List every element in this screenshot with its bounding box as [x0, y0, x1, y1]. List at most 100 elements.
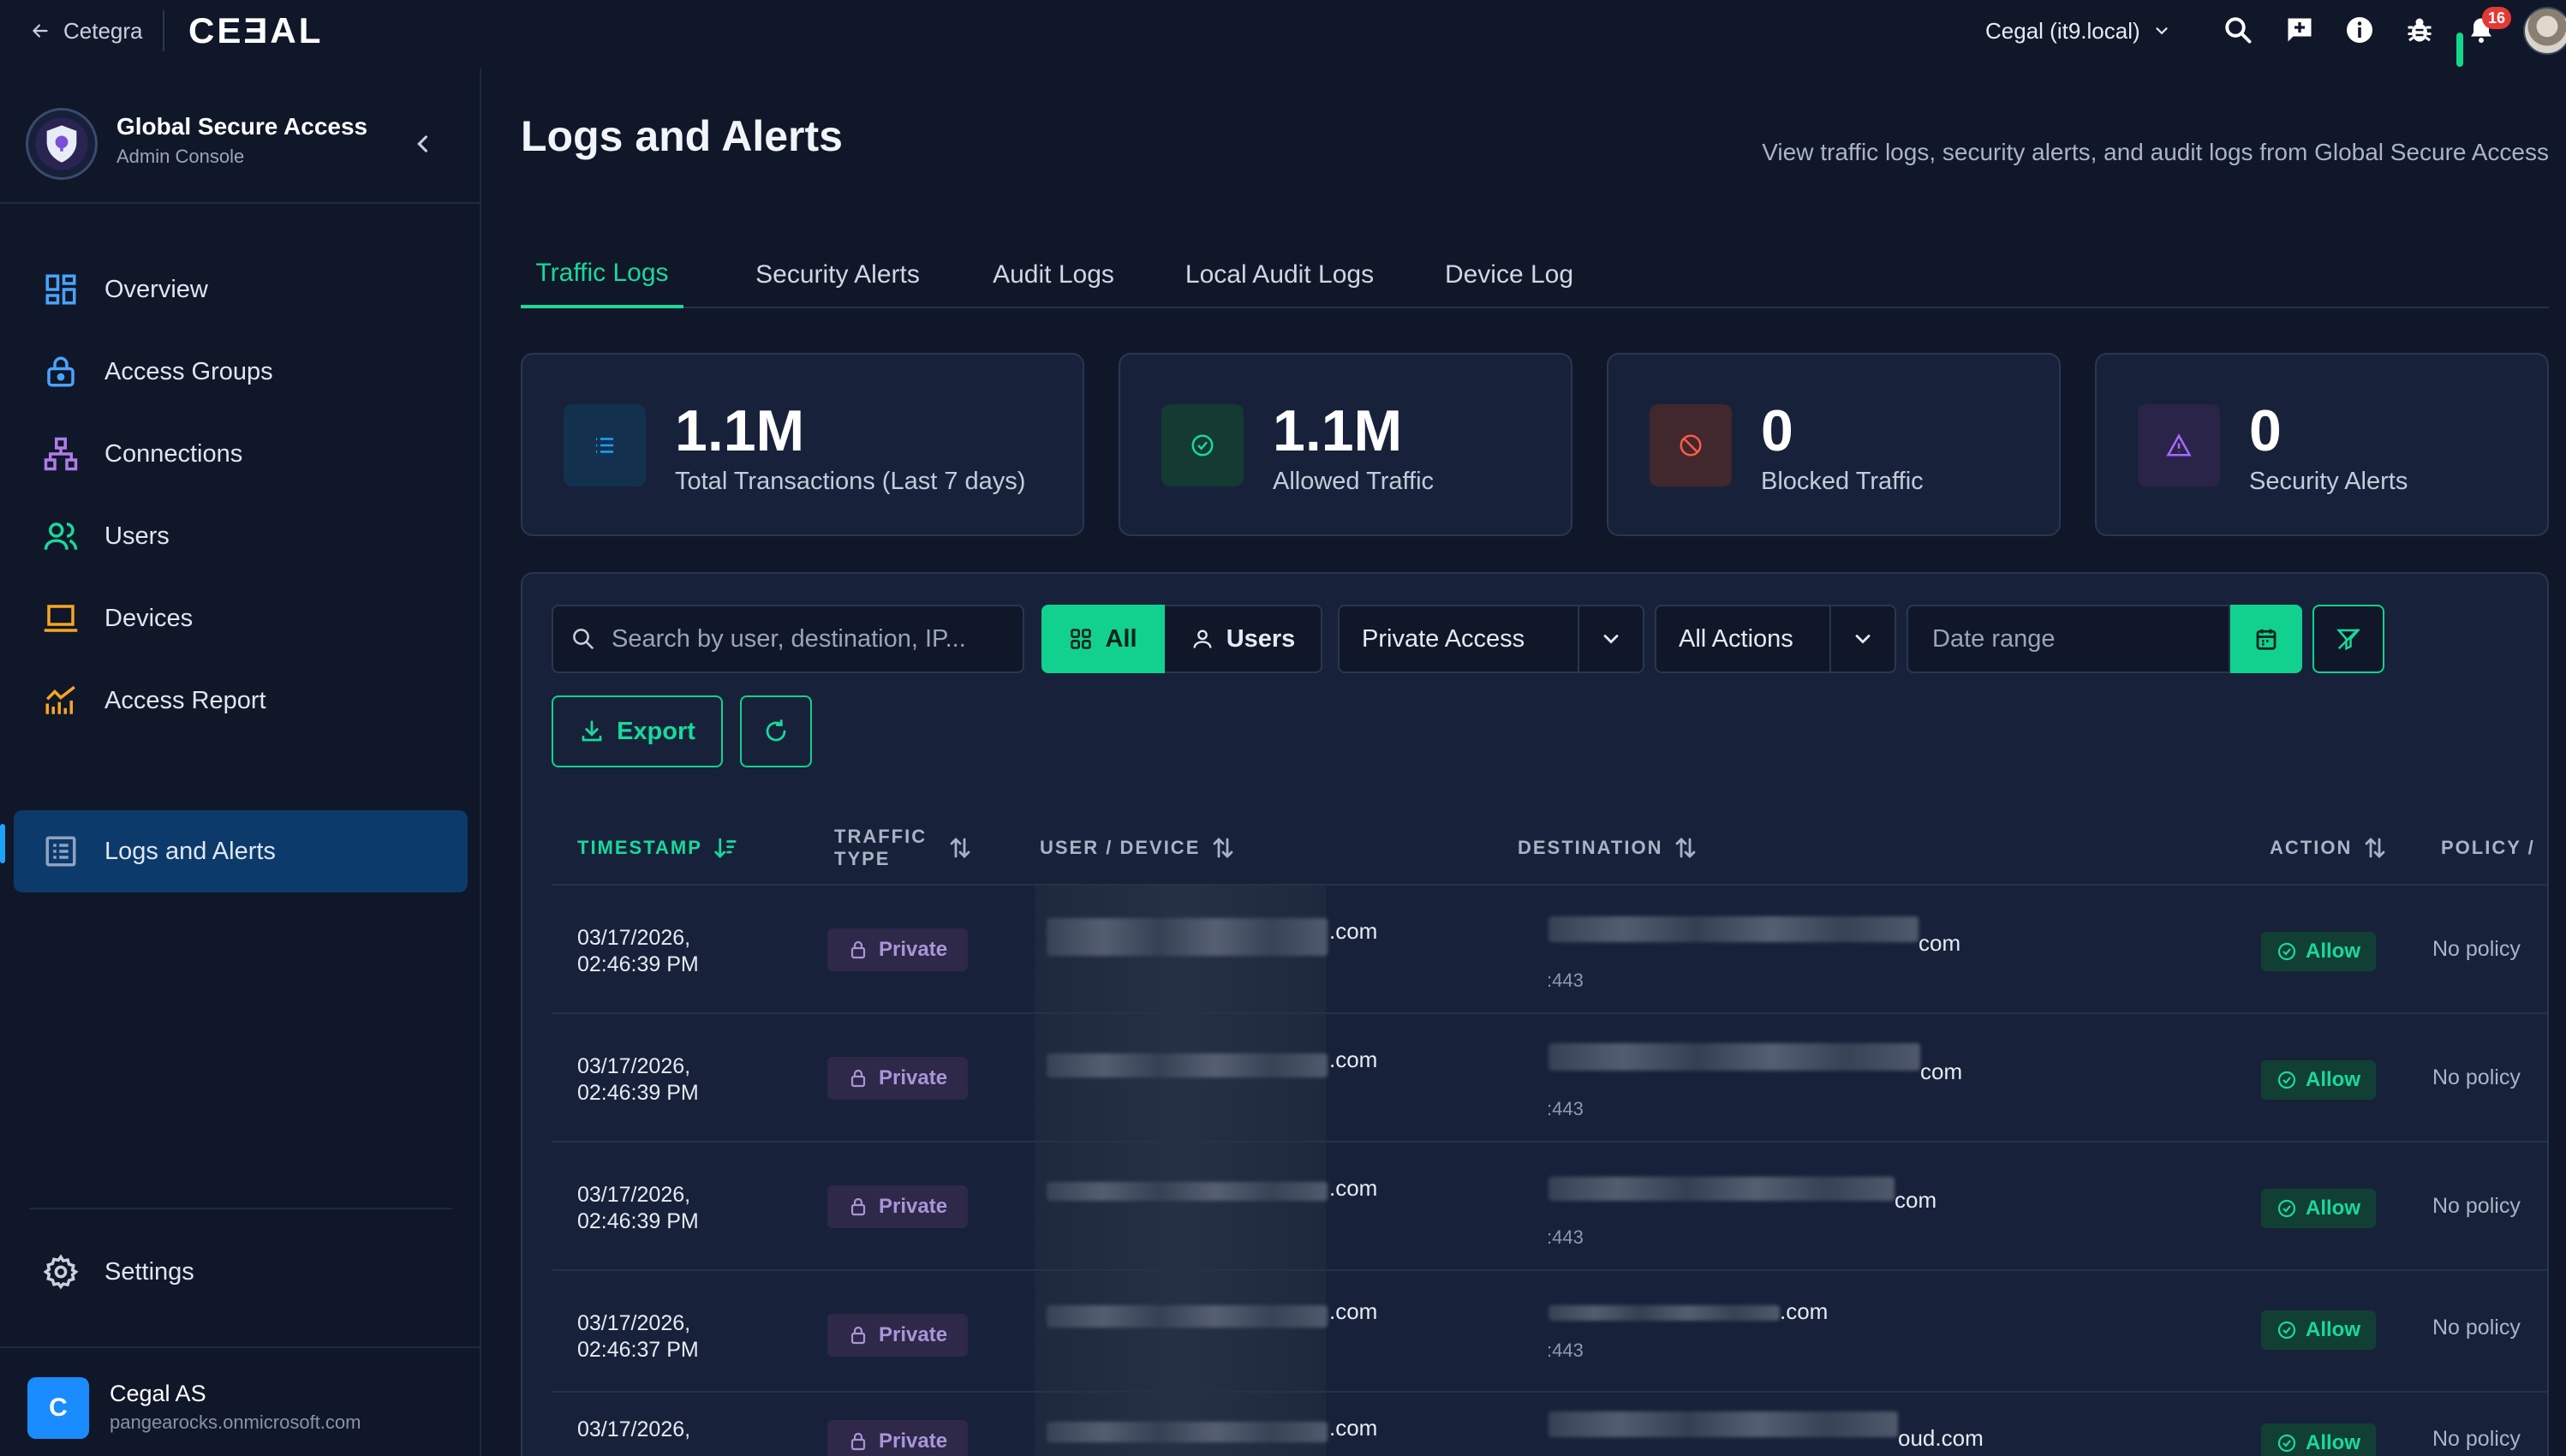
search-icon — [2225, 17, 2252, 44]
table-row[interactable]: 03/17/2026, Private .com oud.com Allow N… — [552, 1393, 2547, 1456]
column-header-traffic-type[interactable]: TRAFFIC TYPE — [834, 805, 973, 891]
destination-port: :443 — [1547, 1098, 1584, 1119]
destination-port: :443 — [1547, 1226, 1584, 1248]
dashboard-icon — [45, 274, 76, 305]
column-header-label: TRAFFIC TYPE — [834, 826, 928, 869]
tab-audit-logs[interactable]: Audit Logs — [990, 242, 1117, 308]
table-row[interactable]: 03/17/2026, 02:46:37 PM Private .com .com… — [552, 1271, 2547, 1398]
column-header-label: ACTION — [2270, 837, 2353, 858]
grid-icon — [1071, 629, 1092, 649]
clear-filters-button[interactable] — [2312, 605, 2384, 673]
redacted-user — [1047, 1305, 1328, 1328]
status-indicator — [2456, 33, 2463, 67]
traffic-type-badge: Private — [827, 1314, 969, 1357]
export-button[interactable]: Export — [552, 695, 723, 767]
column-header-action[interactable]: ACTION — [2270, 805, 2388, 891]
redacted-area — [1035, 1143, 1326, 1269]
action-badge: Allow — [2261, 1310, 2376, 1350]
action-select[interactable]: All Actions — [1655, 605, 1896, 673]
sidebar-item-label: Access Report — [104, 686, 266, 714]
redacted-destination — [1549, 1305, 1780, 1321]
destination-suffix: com — [1895, 1187, 1937, 1213]
sidebar-item-connections[interactable]: Connections — [14, 413, 468, 495]
sidebar-item-access-groups[interactable]: Access Groups — [14, 331, 468, 413]
table-row[interactable]: 03/17/2026, 02:46:39 PM Private .com com … — [552, 1014, 2547, 1141]
date-range-input[interactable]: Date range — [1907, 605, 2230, 673]
sidebar-item-label: Connections — [104, 439, 243, 468]
timestamp-cell: 03/17/2026, 02:46:39 PM — [577, 1054, 699, 1105]
collapse-sidebar-button[interactable] — [403, 123, 444, 164]
sidebar-item-users[interactable]: Users — [14, 495, 468, 577]
sidebar-item-logs-and-alerts[interactable]: Logs and Alerts — [14, 810, 468, 892]
download-icon — [582, 720, 602, 742]
check-circle-icon — [2277, 1321, 2296, 1340]
search-input[interactable] — [612, 624, 1006, 653]
tenant-selector[interactable]: Cegal (it9.local) — [1985, 15, 2171, 46]
chart-icon — [45, 685, 75, 714]
lock-icon — [850, 1326, 866, 1345]
traffic-type-select[interactable]: Private Access — [1338, 605, 1644, 673]
back-link[interactable]: Cetegra — [29, 15, 143, 46]
traffic-type-value: Private Access — [1362, 624, 1525, 653]
sidebar-divider — [29, 1208, 452, 1209]
warning-icon — [2138, 404, 2220, 486]
sidebar-item-label: Overview — [104, 275, 208, 303]
timestamp-cell: 03/17/2026, 02:46:39 PM — [577, 926, 699, 976]
table-row[interactable]: 03/17/2026, 02:46:39 PM Private .com com … — [552, 1143, 2547, 1269]
stat-value: 1.1M — [1273, 398, 1403, 463]
sidebar-item-access-report[interactable]: Access Report — [14, 659, 468, 742]
notifications-button[interactable]: 16 — [2463, 7, 2511, 48]
filter-users-button[interactable]: Users — [1165, 605, 1322, 673]
table-row[interactable]: 03/17/2026, 02:46:39 PM Private .com com … — [552, 886, 2547, 1012]
check-circle-icon — [2277, 1071, 2296, 1089]
user-avatar[interactable] — [2523, 7, 2566, 55]
tab-local-audit-logs[interactable]: Local Audit Logs — [1179, 242, 1381, 308]
redacted-destination — [1549, 1411, 1898, 1437]
stat-card-total-transactions: 1.1M Total Transactions (Last 7 days) — [521, 353, 1084, 536]
column-header-label: TIMESTAMP — [577, 837, 702, 858]
organization-switcher[interactable]: C Cegal AS pangearocks.onmicrosoft.com — [27, 1374, 473, 1442]
feedback-button[interactable] — [2282, 12, 2318, 48]
redacted-destination — [1549, 1043, 1920, 1071]
action-badge: Allow — [2261, 1189, 2376, 1228]
column-header-label: USER / DEVICE — [1040, 837, 1201, 858]
tab-device-log[interactable]: Device Log — [1441, 242, 1578, 308]
laptop-icon — [44, 605, 78, 632]
filter-all-button[interactable]: All — [1041, 605, 1165, 673]
tab-security-alerts[interactable]: Security Alerts — [747, 242, 928, 308]
redacted-area — [1035, 1271, 1326, 1391]
sidebar-item-settings[interactable]: Settings — [14, 1235, 468, 1309]
brand-subtitle: Admin Console — [116, 146, 245, 167]
traffic-type-badge: Private — [827, 928, 969, 971]
tab-traffic-logs[interactable]: Traffic Logs — [521, 242, 683, 308]
user-suffix: .com — [1329, 918, 1378, 944]
stat-card-security-alerts: 0 Security Alerts — [2095, 353, 2549, 536]
redacted-destination — [1549, 1177, 1895, 1201]
gear-icon — [43, 1254, 79, 1290]
refresh-button[interactable] — [740, 695, 812, 767]
sort-icon — [1214, 838, 1233, 858]
chevron-left-icon — [417, 135, 428, 152]
column-header-user-device[interactable]: USER / DEVICE — [1040, 805, 1236, 891]
column-header-destination[interactable]: DESTINATION — [1518, 805, 1698, 891]
notification-badge: 16 — [2482, 7, 2511, 29]
redacted-destination — [1549, 916, 1919, 942]
search-box — [552, 605, 1024, 673]
lock-icon — [850, 940, 866, 959]
bug-report-button[interactable] — [2402, 12, 2438, 48]
column-header-policy[interactable]: POLICY / — [2441, 805, 2535, 891]
info-button[interactable] — [2342, 12, 2378, 48]
sort-icon — [1676, 838, 1696, 858]
action-value: All Actions — [1679, 624, 1793, 653]
users-icon — [44, 522, 78, 550]
search-button[interactable] — [2220, 12, 2256, 48]
back-link-label: Cetegra — [63, 17, 143, 44]
redacted-area — [1035, 1014, 1326, 1141]
sidebar-item-label: Access Groups — [104, 357, 273, 385]
stat-value: 0 — [1761, 398, 1793, 463]
sidebar-item-devices[interactable]: Devices — [14, 577, 468, 659]
column-header-timestamp[interactable]: TIMESTAMP — [577, 805, 738, 891]
filter-users-label: Users — [1226, 624, 1296, 653]
date-picker-button[interactable] — [2230, 605, 2302, 673]
sidebar-item-overview[interactable]: Overview — [14, 248, 468, 331]
